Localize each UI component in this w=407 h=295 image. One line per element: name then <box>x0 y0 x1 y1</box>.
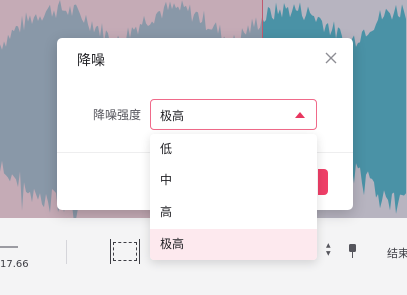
option-low[interactable]: 低 <box>150 134 317 165</box>
option-very-high[interactable]: 极高 <box>150 229 317 260</box>
denoise-strength-select[interactable]: 极高 <box>150 99 317 130</box>
option-high[interactable]: 高 <box>150 197 317 228</box>
select-value: 极高 <box>160 109 185 123</box>
dialog-title: 降噪 <box>77 53 105 69</box>
confirm-button[interactable] <box>318 169 328 195</box>
denoise-strength-dropdown: 低 中 高 极高 <box>150 134 317 260</box>
denoise-strength-label: 降噪强度 <box>93 108 142 122</box>
close-icon[interactable] <box>323 50 339 66</box>
caret-up-icon <box>295 112 305 118</box>
option-medium[interactable]: 中 <box>150 165 317 196</box>
